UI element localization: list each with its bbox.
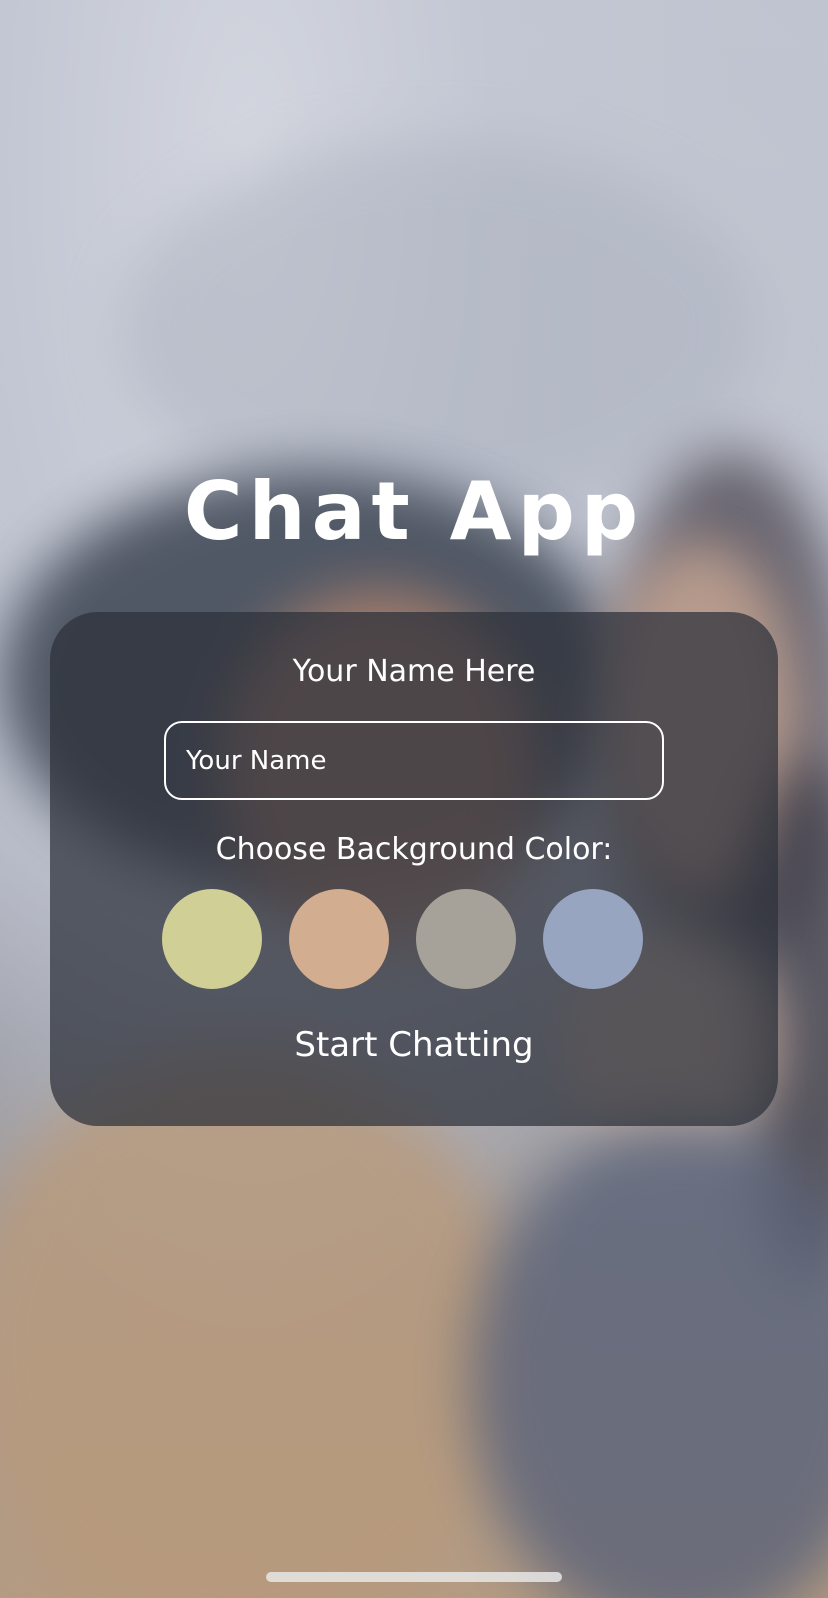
color-swatch-peach[interactable] [289,889,389,989]
color-swatch-blue-gray[interactable] [543,889,643,989]
color-swatch-gray[interactable] [416,889,516,989]
start-chatting-button[interactable]: Start Chatting [214,1005,614,1085]
login-panel: Your Name Here Choose Background Color: … [50,612,778,1126]
home-indicator[interactable] [266,1572,562,1582]
name-label: Your Name Here [292,654,536,689]
color-label: Choose Background Color: [215,832,613,867]
start-screen: Chat App Your Name Here Choose Backgroun… [0,0,828,1598]
name-input[interactable] [164,721,664,800]
app-title: Chat App [183,465,645,558]
color-swatch-yellow-green[interactable] [162,889,262,989]
